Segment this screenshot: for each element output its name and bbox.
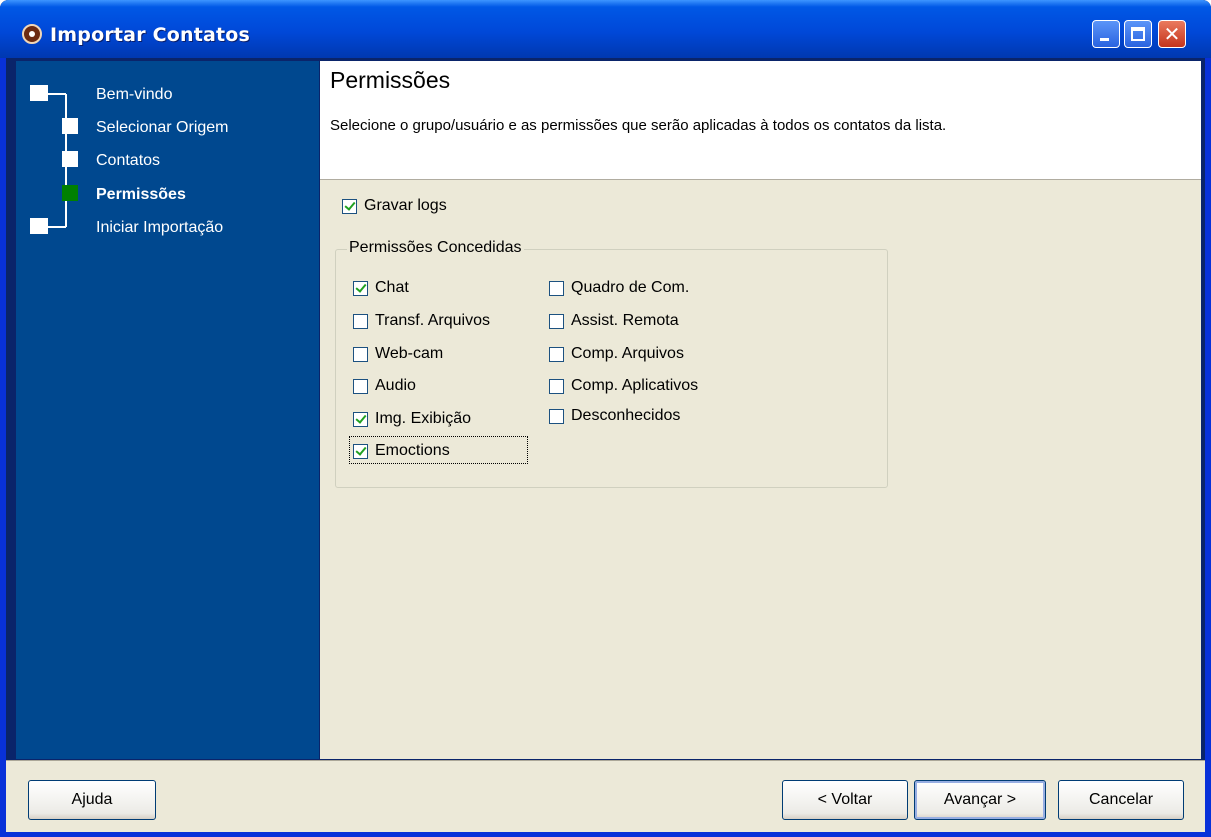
step-label: Iniciar Importação [96, 219, 224, 236]
window-frame-right [1205, 58, 1211, 837]
step-contatos: Contatos [16, 145, 319, 175]
step-bem-vindo: Bem-vindo [16, 79, 319, 109]
step-selecionar-origem: Selecionar Origem [16, 112, 319, 142]
wizard-footer: Ajuda < Voltar Avançar > Cancelar [6, 760, 1205, 832]
checkbox-box[interactable] [549, 281, 564, 296]
checkbox-label: Web-cam [375, 345, 444, 362]
step-iniciar-importacao: Iniciar Importação [16, 212, 319, 242]
page-header: Permissões Selecione o grupo/usuário e a… [320, 61, 1201, 180]
help-button[interactable]: Ajuda [28, 780, 156, 820]
checkbox-box[interactable] [549, 347, 564, 362]
checkbox-label: Gravar logs [364, 197, 447, 214]
import-contacts-window: Importar Contatos ✕ Bem-vindo Selecionar… [0, 0, 1211, 837]
checkbox-label: Comp. Aplicativos [571, 377, 699, 394]
app-icon[interactable] [22, 24, 42, 44]
wizard-steps-sidebar: Bem-vindo Selecionar Origem Contatos Per… [16, 61, 319, 759]
window-title: Importar Contatos [50, 24, 251, 46]
checkbox-label: Desconhecidos [571, 407, 681, 424]
close-button[interactable]: ✕ [1158, 20, 1186, 48]
permissions-content: Gravar logs Permissões Concedidas Chat T… [320, 180, 1201, 759]
step-label: Permissões [96, 186, 186, 203]
checkbox-label: Audio [375, 377, 416, 394]
title-bar[interactable]: Importar Contatos ✕ [0, 0, 1211, 58]
window-frame-left [0, 58, 6, 837]
step-permissoes: Permissões [16, 179, 319, 209]
step-done-icon [62, 118, 78, 134]
permissions-groupbox: Permissões Concedidas Chat Transf. Arqui… [335, 239, 888, 488]
cancel-button[interactable]: Cancelar [1058, 780, 1184, 820]
minimize-button[interactable] [1092, 20, 1120, 48]
checkbox-label: Assist. Remota [571, 312, 679, 329]
checkbox-box[interactable] [353, 412, 368, 427]
checkbox-label: Img. Exibição [375, 410, 472, 427]
checkbox-label: Emoctions [375, 442, 450, 459]
step-done-icon [62, 151, 78, 167]
checkbox-box[interactable] [353, 444, 368, 459]
page-description: Selecione o grupo/usuário e as permissõe… [330, 117, 947, 134]
step-label: Selecionar Origem [96, 119, 229, 136]
next-button[interactable]: Avançar > [914, 780, 1046, 820]
close-icon: ✕ [1163, 22, 1181, 46]
page-title: Permissões [330, 67, 451, 93]
checkbox-box[interactable] [353, 379, 368, 394]
step-label: Bem-vindo [96, 86, 173, 103]
step-current-icon [62, 185, 78, 201]
checkbox-label: Comp. Arquivos [571, 345, 684, 362]
checkbox-label: Chat [375, 279, 409, 296]
checkbox-box[interactable] [549, 314, 564, 329]
checkbox-box[interactable] [549, 409, 564, 424]
step-done-icon [30, 85, 48, 101]
checkbox-box[interactable] [342, 199, 357, 214]
checkbox-label: Quadro de Com. [571, 279, 690, 296]
step-pending-icon [30, 218, 48, 234]
back-button[interactable]: < Voltar [782, 780, 908, 820]
checkbox-box[interactable] [353, 314, 368, 329]
checkbox-label: Transf. Arquivos [375, 312, 491, 329]
checkbox-box[interactable] [549, 379, 564, 394]
groupbox-title: Permissões Concedidas [347, 239, 524, 257]
step-label: Contatos [96, 152, 161, 169]
checkbox-box[interactable] [353, 281, 368, 296]
checkbox-box[interactable] [353, 347, 368, 362]
maximize-button[interactable] [1124, 20, 1152, 48]
